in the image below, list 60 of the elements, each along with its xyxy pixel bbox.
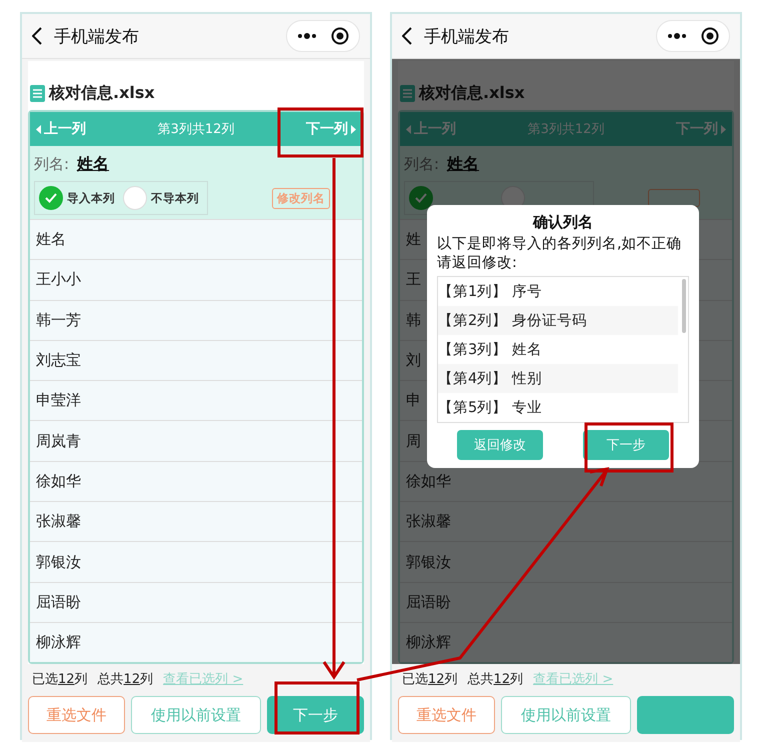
more-icon[interactable] (297, 33, 317, 39)
radio-button[interactable] (409, 186, 433, 210)
next-column-link[interactable]: 下一列 (306, 120, 356, 138)
column-position: 第3列共12列 (528, 121, 604, 138)
reselect-file-button[interactable]: 重选文件 (398, 696, 495, 734)
file-name: 核对信息.xlsx (419, 83, 525, 104)
back-edit-button[interactable]: 返回修改 (457, 430, 543, 460)
list-row: 王小小 (30, 259, 362, 300)
check-icon (45, 193, 57, 203)
column-list-item: 【第2列】 身份证号码 (438, 306, 678, 335)
previous-settings-button[interactable]: 使用以前设置 (500, 696, 632, 734)
view-selected-link[interactable]: 查看已选列 > (533, 670, 614, 688)
column-name[interactable]: 姓名 (447, 154, 480, 174)
previous-column-link[interactable]: 上一列 (406, 120, 456, 138)
option-label: 不导本列 (151, 190, 199, 206)
list-row: 屈语盼 (30, 582, 362, 622)
column-name[interactable]: 姓名 (77, 154, 110, 174)
total-count: 总共12列 (468, 671, 524, 688)
list-row: 姓名 (30, 219, 362, 260)
list-row: 柳泳辉 (400, 622, 732, 662)
reselect-file-button[interactable]: 重选文件 (28, 696, 125, 734)
list-row: 郭银汝 (30, 541, 362, 582)
view-selected-link[interactable]: 查看已选列 > (163, 670, 244, 688)
next-button[interactable]: 下一步 (267, 696, 364, 734)
column-name-label: 列名: (34, 154, 70, 174)
list-row: 徐如华 (30, 460, 362, 502)
scrollbar[interactable] (682, 278, 686, 333)
file-name: 核对信息.xlsx (49, 83, 155, 104)
page-title: 手机端发布 (54, 26, 140, 48)
option-label: 导入本列 (67, 190, 115, 206)
back-icon[interactable] (402, 27, 412, 45)
right-triangle-icon (720, 124, 726, 134)
left-triangle-icon (406, 124, 411, 134)
list-row: 韩一芳 (30, 300, 362, 340)
previous-settings-button[interactable]: 使用以前设置 (130, 696, 262, 734)
column-name-label: 列名: (404, 154, 440, 174)
column-position: 第3列共12列 (158, 121, 234, 138)
right-triangle-icon (350, 124, 356, 134)
list-row: 柳泳辉 (30, 622, 362, 662)
check-icon (415, 193, 427, 203)
rename-column-button[interactable]: 修改列名 (272, 188, 330, 208)
left-triangle-icon (36, 124, 41, 134)
total-count: 总共12列 (98, 671, 154, 688)
list-row: 周岚青 (30, 420, 362, 461)
more-icon[interactable] (667, 33, 687, 39)
list-row: 郭银汝 (400, 541, 732, 582)
list-row: 刘志宝 (30, 340, 362, 380)
page-title: 手机端发布 (424, 26, 510, 48)
selected-count: 已选12列 (32, 671, 88, 688)
selected-count: 已选12列 (402, 671, 458, 688)
previous-column-link[interactable]: 上一列 (36, 120, 86, 138)
list-row: 张淑馨 (400, 501, 732, 542)
next-column-link[interactable]: 下一列 (676, 120, 726, 138)
list-row: 屈语盼 (400, 582, 732, 622)
next-button[interactable]: 下一步 (583, 430, 669, 460)
radio-button[interactable] (39, 186, 63, 210)
column-list-item: 【第4列】 性别 (438, 364, 678, 393)
list-row: 张淑馨 (30, 501, 362, 542)
back-icon[interactable] (32, 27, 42, 45)
list-row: 申莹洋 (30, 380, 362, 420)
